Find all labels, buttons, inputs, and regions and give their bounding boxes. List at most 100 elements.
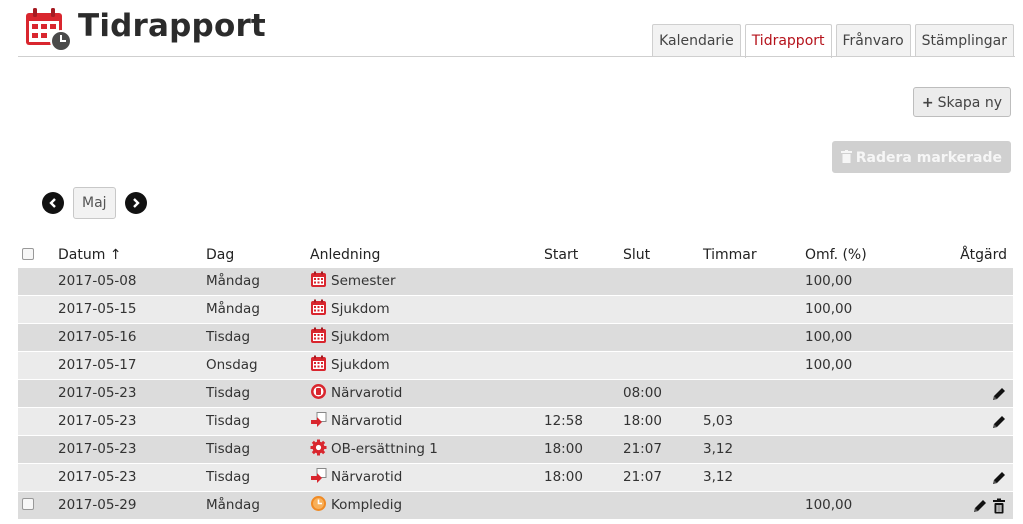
row-percent: 100,00	[805, 301, 853, 317]
row-checkbox-cell	[22, 492, 36, 519]
current-month-button[interactable]: Maj	[73, 187, 116, 219]
table-row: 2017-05-23 Tisdag Närvarotid 18:00 21:07 3,12	[18, 464, 1013, 492]
column-header-start: Start	[544, 247, 579, 263]
table-row: 2017-05-08 Måndag Semester 100,00	[18, 268, 1013, 296]
row-reason: Närvarotid	[310, 408, 402, 435]
row-date: 2017-05-17	[58, 357, 137, 373]
row-start: 18:00	[544, 469, 583, 485]
tab-kalendarie[interactable]: Kalendarie	[652, 24, 741, 57]
row-checkbox-cell	[22, 352, 36, 379]
column-header-end: Slut	[623, 247, 651, 263]
row-reason: Närvarotid	[310, 380, 402, 407]
row-hours: 3,12	[703, 441, 734, 457]
edit-pencil-icon[interactable]	[972, 497, 988, 513]
previous-month-button[interactable]	[42, 192, 64, 214]
row-day: Tisdag	[206, 329, 251, 345]
row-checkbox[interactable]	[22, 498, 34, 510]
row-checkbox-cell	[22, 324, 36, 351]
punch-arrow-icon	[310, 411, 327, 428]
row-end: 21:07	[623, 441, 662, 457]
table-row: 2017-05-15 Måndag Sjukdom 100,00	[18, 296, 1013, 324]
row-date: 2017-05-23	[58, 441, 137, 457]
row-date: 2017-05-23	[58, 469, 137, 485]
row-reason: Närvarotid	[310, 464, 402, 491]
table-row: 2017-05-23 Tisdag Närvarotid 12:58 18:00 5,03	[18, 408, 1013, 436]
column-header-action: Åtgärd	[960, 247, 1007, 263]
row-reason-label: Sjukdom	[331, 329, 390, 345]
header-divider	[18, 56, 1015, 57]
edit-pencil-icon[interactable]	[991, 413, 1007, 429]
table-body: 2017-05-08 Måndag Semester 100,00 2017-05-15…	[18, 268, 1013, 520]
calendar-icon	[310, 271, 327, 288]
row-day: Tisdag	[206, 469, 251, 485]
create-new-button[interactable]: + Skapa ny	[912, 87, 1011, 117]
page-header: Tidrapport Kalendarie Tidrapport Frånvar…	[0, 0, 1023, 58]
plus-icon: +	[921, 95, 934, 111]
tab-tidrapport[interactable]: Tidrapport	[744, 24, 832, 58]
row-day: Onsdag	[206, 357, 258, 373]
table-row: 2017-05-23 Tisdag Närvarotid 08:00	[18, 380, 1013, 408]
column-header-date[interactable]: Datum ↑	[58, 243, 122, 268]
select-all-checkbox-cell	[22, 243, 36, 268]
row-checkbox-cell	[22, 268, 36, 295]
table-header-row: Datum ↑ Dag Anledning Start Slut Timmar …	[18, 243, 1013, 268]
delete-selected-button[interactable]: Radera markerade	[831, 141, 1011, 173]
trash-icon	[840, 150, 852, 163]
row-end: 21:07	[623, 469, 662, 485]
row-day: Måndag	[206, 497, 260, 513]
tab-stamplingar[interactable]: Stämplingar	[914, 24, 1014, 57]
edit-pencil-icon[interactable]	[991, 385, 1007, 401]
row-percent: 100,00	[805, 329, 853, 345]
stop-clock-icon	[310, 383, 327, 400]
row-reason-label: Kompledig	[331, 497, 403, 513]
row-reason-label: Närvarotid	[331, 469, 403, 485]
select-all-checkbox[interactable]	[22, 248, 34, 260]
column-header-percent: Omf. (%)	[805, 247, 867, 263]
tab-franvaro[interactable]: Frånvaro	[835, 24, 911, 57]
delete-selected-label: Radera markerade	[855, 150, 1002, 166]
edit-pencil-icon[interactable]	[991, 469, 1007, 485]
row-hours: 5,03	[703, 413, 734, 429]
row-actions	[988, 464, 1007, 491]
calendar-icon	[310, 299, 327, 316]
row-checkbox-cell	[22, 296, 36, 323]
column-header-hours: Timmar	[703, 247, 757, 263]
delete-trash-icon[interactable]	[991, 497, 1007, 514]
row-reason-label: Sjukdom	[331, 357, 390, 373]
row-checkbox-cell	[22, 408, 36, 435]
row-day: Tisdag	[206, 385, 251, 401]
row-reason-label: OB-ersättning 1	[331, 441, 438, 457]
table-row: 2017-05-17 Onsdag Sjukdom 100,00	[18, 352, 1013, 380]
row-date: 2017-05-15	[58, 301, 137, 317]
row-actions	[988, 380, 1007, 407]
row-reason: Sjukdom	[310, 352, 390, 379]
time-report-table: Datum ↑ Dag Anledning Start Slut Timmar …	[18, 243, 1013, 520]
row-reason: OB-ersättning 1	[310, 436, 438, 463]
tab-bar: Kalendarie Tidrapport Frånvaro Stämpling…	[652, 24, 1014, 58]
row-actions	[969, 492, 1007, 519]
row-checkbox-cell	[22, 436, 36, 463]
column-header-reason: Anledning	[310, 247, 381, 263]
row-date: 2017-05-16	[58, 329, 137, 345]
row-start: 18:00	[544, 441, 583, 457]
row-day: Tisdag	[206, 413, 251, 429]
row-date: 2017-05-08	[58, 273, 137, 289]
row-start: 12:58	[544, 413, 583, 429]
table-row: 2017-05-16 Tisdag Sjukdom 100,00	[18, 324, 1013, 352]
table-row: 2017-05-23 Tisdag OB-ersättning 1 18:00 21:0…	[18, 436, 1013, 464]
column-header-day: Dag	[206, 247, 235, 263]
row-date: 2017-05-29	[58, 497, 137, 513]
page-title: Tidrapport	[78, 8, 266, 44]
row-date: 2017-05-23	[58, 385, 137, 401]
row-reason-label: Närvarotid	[331, 413, 403, 429]
row-percent: 100,00	[805, 273, 853, 289]
row-reason: Kompledig	[310, 492, 402, 519]
gear-icon	[310, 439, 327, 456]
row-reason: Semester	[310, 268, 396, 295]
row-day: Måndag	[206, 273, 260, 289]
month-navigation: Maj	[42, 187, 147, 219]
next-month-button[interactable]	[124, 192, 147, 214]
row-reason-label: Sjukdom	[331, 301, 390, 317]
row-day: Tisdag	[206, 441, 251, 457]
punch-arrow-icon	[310, 467, 327, 484]
